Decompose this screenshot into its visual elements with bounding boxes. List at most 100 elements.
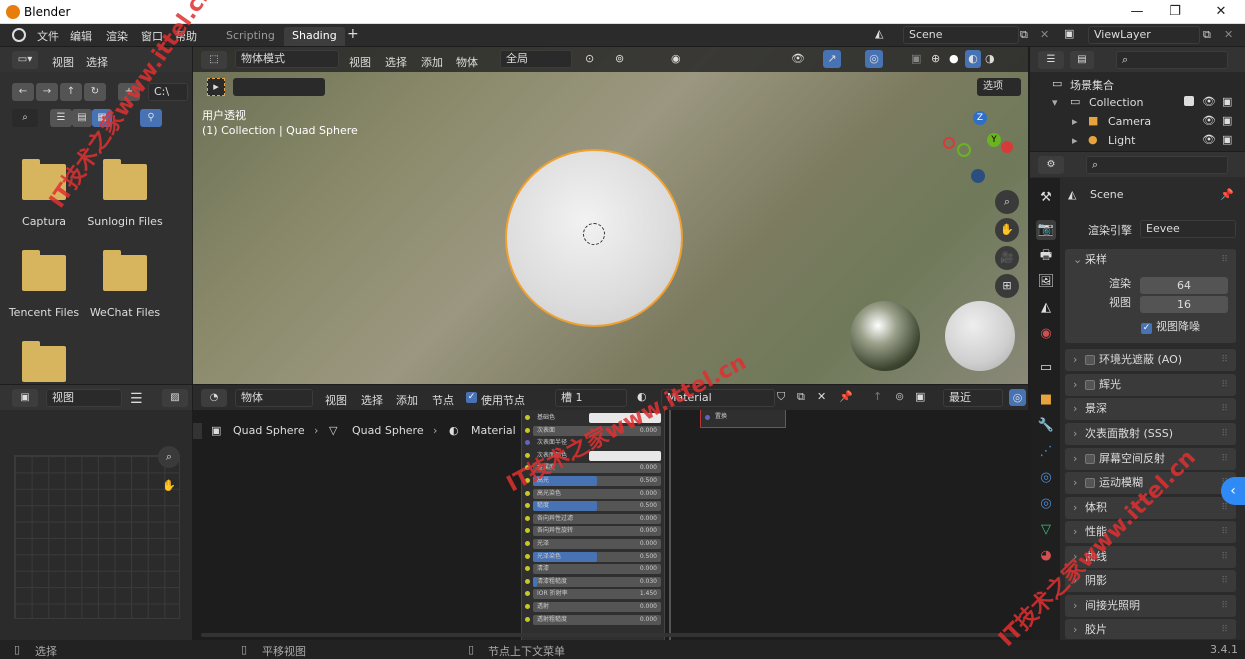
input-value-bar[interactable]	[589, 413, 661, 423]
exclude-checkbox[interactable]	[1184, 96, 1194, 106]
node-input-row[interactable]: 次表面 0.000	[525, 425, 661, 436]
solid-shading-icon[interactable]: ●	[949, 52, 959, 65]
material-tab-icon[interactable]: ◕	[1036, 546, 1056, 566]
camera-render-icon[interactable]: ▣	[1222, 133, 1232, 146]
material-browse-icon[interactable]: ◐	[637, 390, 647, 403]
node-input-row[interactable]: 清漆 0.000	[525, 563, 661, 575]
input-socket[interactable]	[525, 440, 530, 446]
input-socket[interactable]	[525, 591, 530, 597]
denoise-checkbox[interactable]: ✓	[1141, 323, 1152, 334]
node-input-row[interactable]: 次表面半径	[525, 437, 661, 448]
input-socket[interactable]	[525, 465, 530, 471]
sidebar-toggle[interactable]	[193, 423, 202, 439]
material-slot-dropdown[interactable]: 槽 1	[555, 389, 627, 407]
input-socket[interactable]	[525, 616, 530, 622]
camera-render-icon[interactable]: ▣	[1222, 95, 1232, 108]
outliner-item-camera[interactable]: Camera	[1108, 115, 1151, 128]
gizmo-neg-y-axis[interactable]	[957, 143, 971, 157]
3d-cursor-icon[interactable]	[583, 223, 605, 245]
node-input-row[interactable]: 光泽染色 0.500	[525, 551, 661, 562]
refresh-icon[interactable]: ↻	[84, 83, 106, 101]
section-sss[interactable]: › 次表面散射 (SSS) ⠿	[1065, 423, 1236, 445]
tab-scripting[interactable]: Scripting	[218, 27, 283, 46]
material-name-field[interactable]: Material	[661, 389, 775, 407]
image-view-dropdown[interactable]: 视图	[46, 389, 122, 407]
drag-grip-icon[interactable]: ⠿	[1221, 521, 1228, 543]
render-tab-icon[interactable]: 📷	[1036, 220, 1056, 240]
add-workspace-button[interactable]: +	[347, 26, 359, 42]
displacement-socket[interactable]	[705, 415, 710, 420]
material-shading-icon[interactable]: ◐	[965, 50, 981, 68]
collection-tab-icon[interactable]: ▭	[1036, 358, 1056, 378]
gizmo-toggle-icon[interactable]: ↗	[823, 50, 841, 68]
node-input-row[interactable]: 清漆粗糙度 0.030	[525, 576, 661, 587]
menu-edit[interactable]: 编辑	[70, 28, 92, 44]
modifier-tab-icon[interactable]: 🔧	[1036, 416, 1056, 436]
outliner-search[interactable]: ⌕	[1116, 51, 1228, 69]
breadcrumb-mesh[interactable]: Quad Sphere	[352, 424, 424, 437]
input-socket[interactable]	[525, 452, 530, 458]
vp-menu-select[interactable]: 选择	[385, 54, 407, 70]
node-input-row[interactable]: 透射 0.000	[525, 601, 661, 612]
node-input-row[interactable]: 金属度 0.000	[525, 462, 661, 474]
node-editor-type-icon[interactable]: ◔	[201, 389, 227, 407]
select-tool-icon[interactable]: ▸	[207, 78, 225, 96]
node-input-row[interactable]: 各向异性过滤 0.000	[525, 513, 661, 524]
pin-icon[interactable]: 📌	[839, 390, 853, 403]
input-socket[interactable]	[525, 515, 530, 521]
image-canvas-grid[interactable]	[14, 455, 180, 619]
vp-menu-add[interactable]: 添加	[421, 54, 443, 70]
sampling-title[interactable]: 采样	[1085, 249, 1107, 271]
xray-icon[interactable]: ▣	[911, 52, 921, 65]
section-checkbox[interactable]	[1085, 355, 1095, 365]
scene-selector[interactable]: Scene	[903, 26, 1019, 44]
maximize-button[interactable]: ❐	[1166, 3, 1184, 21]
drag-grip-icon[interactable]: ⠿	[1221, 398, 1228, 420]
input-socket[interactable]	[525, 478, 530, 483]
drag-grip-icon[interactable]: ⠿	[1221, 570, 1228, 592]
list-view-icon[interactable]: ☰	[50, 109, 72, 127]
forward-icon[interactable]: →	[36, 83, 58, 101]
drag-grip-icon[interactable]: ⠿	[1221, 619, 1228, 641]
zoom-icon[interactable]: ⌕	[995, 190, 1019, 214]
visibility-icon[interactable]: 👁	[791, 52, 805, 65]
detail-view-icon[interactable]: ▤	[72, 109, 92, 127]
search-icon[interactable]: ⌕	[12, 109, 38, 127]
breadcrumb-object[interactable]: Quad Sphere	[233, 424, 305, 437]
viewlayer-new-icon[interactable]: ⧉	[1203, 28, 1211, 42]
input-socket[interactable]	[525, 566, 530, 572]
section-checkbox[interactable]	[1085, 478, 1095, 488]
menu-file[interactable]: 文件	[37, 28, 59, 44]
folder-label[interactable]: Captura	[4, 215, 84, 228]
viewlayer-selector[interactable]: ViewLayer	[1088, 26, 1200, 44]
node-input-row[interactable]: 次表面颜色	[525, 450, 661, 461]
drag-grip-icon[interactable]: ⠿	[1221, 249, 1228, 271]
snap-element-icon[interactable]: ▣	[915, 390, 925, 403]
parent-dir-icon[interactable]: ↑	[60, 83, 82, 101]
pan-icon[interactable]: ✋	[995, 218, 1019, 242]
outliner-item-light[interactable]: Light	[1108, 134, 1135, 147]
section-shadows[interactable]: › 阴影 ⠿	[1065, 570, 1236, 592]
blender-menu-icon[interactable]	[12, 28, 26, 42]
expand-icon[interactable]: ▸	[1072, 115, 1078, 128]
gizmo-x-axis[interactable]	[1001, 141, 1013, 153]
fb-menu-view[interactable]: 视图	[52, 54, 74, 70]
world-tab-icon[interactable]: ◉	[1036, 324, 1056, 344]
section-checkbox[interactable]	[1085, 454, 1095, 464]
chevron-down-icon[interactable]: ⌄	[1073, 249, 1082, 271]
physics-tab-icon[interactable]: ◎	[1036, 468, 1056, 488]
ne-menu-select[interactable]: 选择	[361, 392, 383, 408]
navigation-gizmo[interactable]: Z Y	[941, 107, 1021, 187]
eye-icon[interactable]: 👁	[1202, 114, 1216, 127]
input-socket[interactable]	[525, 490, 530, 496]
eye-icon[interactable]: 👁	[1202, 95, 1216, 108]
menu-help[interactable]: 帮助	[175, 28, 197, 44]
node-input-row[interactable]: 透射粗糙度 0.000	[525, 614, 661, 625]
tab-shading[interactable]: Shading	[284, 27, 345, 46]
pivot-icon[interactable]: ⊙	[585, 52, 594, 65]
section-performance[interactable]: › 性能 ⠿	[1065, 521, 1236, 543]
section-ao[interactable]: › 环境光遮蔽 (AO) ⠿	[1065, 349, 1236, 371]
side-floating-button[interactable]: ‹	[1221, 477, 1245, 505]
input-socket[interactable]	[525, 553, 530, 559]
input-socket[interactable]	[525, 604, 530, 609]
